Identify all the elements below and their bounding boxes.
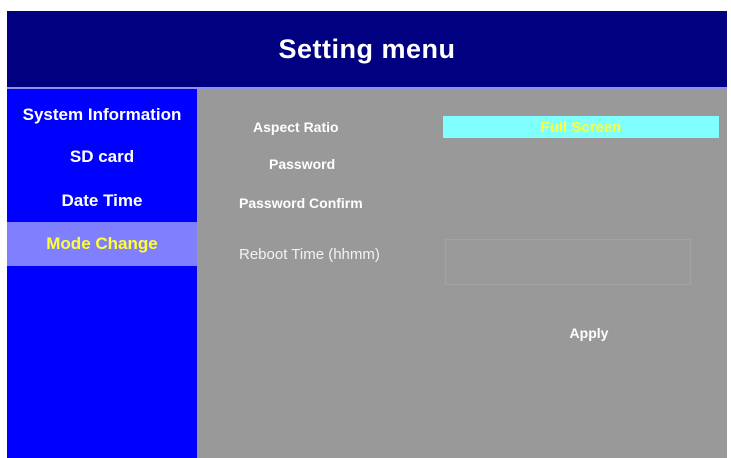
reboot-time-label: Reboot Time (hhmm) <box>239 246 380 263</box>
sidebar: System Information SD card Date Time Mod… <box>7 89 197 458</box>
sidebar-item-label: Date Time <box>61 191 143 210</box>
password-field[interactable] <box>443 153 719 175</box>
settings-window: Setting menu System Information SD card … <box>7 11 727 458</box>
sidebar-item-label: Mode Change <box>46 234 158 253</box>
aspect-ratio-select[interactable]: Full Screen <box>443 116 719 138</box>
sidebar-item-label: System Information <box>22 105 182 124</box>
header-bar: Setting menu <box>7 11 727 87</box>
settings-panel: Aspect Ratio Full Screen Password Passwo… <box>197 89 727 458</box>
page-title: Setting menu <box>278 33 456 64</box>
aspect-ratio-value: Full Screen <box>540 118 622 136</box>
apply-button[interactable]: Apply <box>557 321 621 345</box>
sidebar-item-mode-change[interactable]: Mode Change <box>7 222 197 266</box>
sidebar-item-label: SD card <box>69 147 135 166</box>
sidebar-item-sd-card[interactable]: SD card <box>7 137 197 177</box>
apply-button-label: Apply <box>569 325 609 341</box>
password-label: Password <box>269 156 336 172</box>
password-confirm-field[interactable] <box>443 192 719 214</box>
aspect-ratio-label: Aspect Ratio <box>253 119 339 135</box>
sidebar-item-date-time[interactable]: Date Time <box>7 181 197 221</box>
reboot-time-field[interactable] <box>445 239 691 285</box>
sidebar-item-system-information[interactable]: System Information <box>7 95 197 135</box>
password-confirm-label: Password Confirm <box>239 195 363 211</box>
